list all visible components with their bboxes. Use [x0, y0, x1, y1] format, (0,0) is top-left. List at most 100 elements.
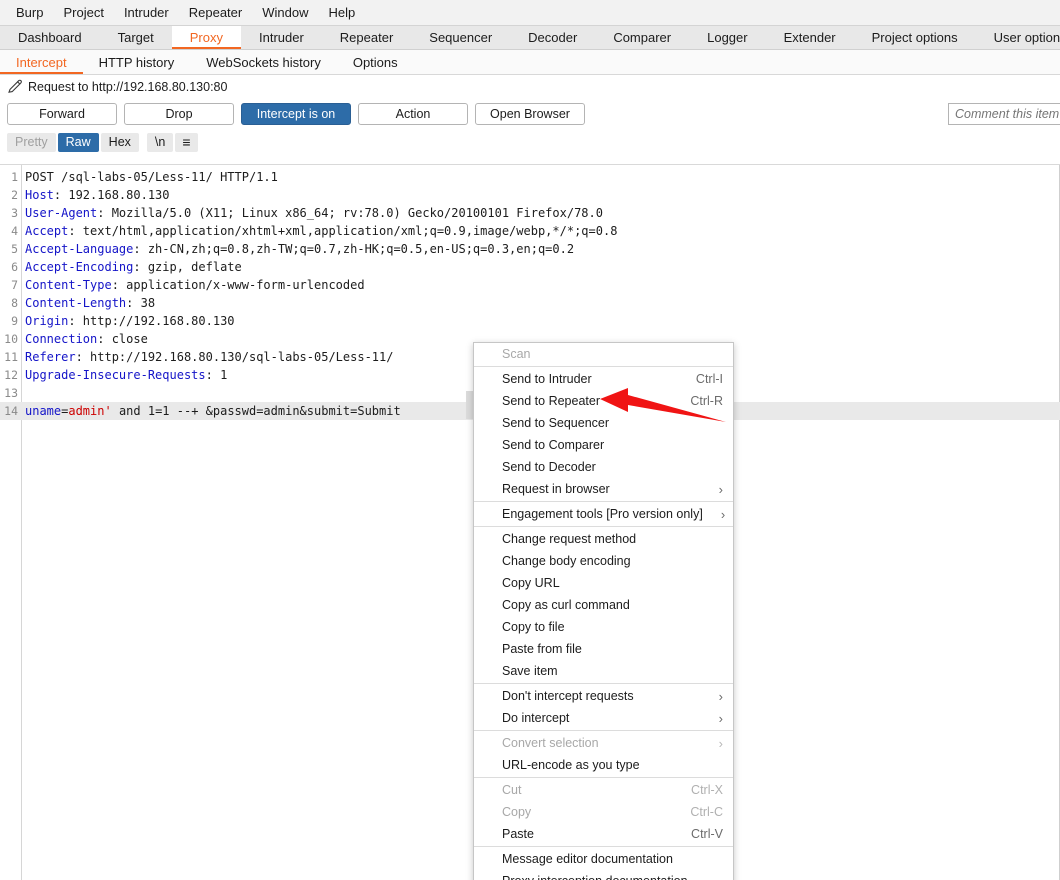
code-segment: : Mozilla/5.0 (X11; Linux x86_64; rv:78.… [97, 206, 603, 220]
action-button[interactable]: Action [358, 103, 468, 125]
line-number: 13 [4, 386, 18, 400]
menubar-item-intruder[interactable]: Intruder [114, 2, 179, 23]
hamburger-menu-icon[interactable]: ≡ [175, 132, 198, 152]
code-segment: Accept-Language [25, 242, 134, 256]
code-line: 8 Content-Length: 38 [0, 294, 1060, 312]
main-tab-decoder[interactable]: Decoder [510, 26, 595, 49]
main-tab-sequencer[interactable]: Sequencer [411, 26, 510, 49]
context-menu-item-copy: Copy Ctrl-C [474, 801, 733, 823]
code-segment: : gzip, deflate [133, 260, 242, 274]
context-menu-item-engagement-tools-pro-version-only[interactable]: Engagement tools [Pro version only] › [474, 503, 733, 525]
menubar-item-repeater[interactable]: Repeater [179, 2, 252, 23]
context-menu-item-copy-url[interactable]: Copy URL [474, 572, 733, 594]
code-segment: Connection [25, 332, 98, 346]
code-line: 5 Accept-Language: zh-CN,zh;q=0.8,zh-TW;q… [0, 240, 1060, 258]
main-tab-user-options[interactable]: User options [976, 26, 1060, 49]
drop-button[interactable]: Drop [124, 103, 234, 125]
main-tab-extender[interactable]: Extender [766, 26, 854, 49]
context-menu-item-save-item[interactable]: Save item [474, 660, 733, 682]
main-tab-logger[interactable]: Logger [689, 26, 765, 49]
menu-item-label: Engagement tools [Pro version only] [502, 507, 703, 521]
proxy-sub-tab-options[interactable]: Options [337, 50, 414, 74]
context-menu-item-send-to-sequencer[interactable]: Send to Sequencer [474, 412, 733, 434]
forward-button[interactable]: Forward [7, 103, 117, 125]
menu-separator [474, 730, 733, 731]
code-segment: : http://192.168.80.130 [68, 314, 235, 328]
context-menu-item-cut: Cut Ctrl-X [474, 779, 733, 801]
context-menu-item-message-editor-documentation[interactable]: Message editor documentation [474, 848, 733, 870]
menu-item-label: Change request method [502, 532, 637, 546]
code-line: 7 Content-Type: application/x-www-form-ur… [0, 276, 1060, 294]
menu-item-shortcut: Ctrl-X [691, 783, 723, 797]
menubar-item-help[interactable]: Help [318, 2, 365, 23]
main-tab-intruder[interactable]: Intruder [241, 26, 322, 49]
context-menu-item-proxy-interception-documentation[interactable]: Proxy interception documentation [474, 870, 733, 880]
code-segment: : 192.168.80.130 [53, 188, 170, 202]
code-segment: : 38 [126, 296, 156, 310]
main-tab-project-options[interactable]: Project options [854, 26, 976, 49]
code-line: 1 POST /sql-labs-05/Less-11/ HTTP/1.1 [0, 168, 1060, 186]
main-tab-target[interactable]: Target [100, 26, 172, 49]
context-menu-item-copy-to-file[interactable]: Copy to file [474, 616, 733, 638]
proxy-sub-tab-intercept[interactable]: Intercept [0, 50, 83, 74]
menu-item-label: Change body encoding [502, 554, 631, 568]
code-line: 9 Origin: http://192.168.80.130 [0, 312, 1060, 330]
main-tab-dashboard[interactable]: Dashboard [0, 26, 100, 49]
code-segment: Content-Length [25, 296, 127, 310]
line-number: 5 [11, 242, 18, 256]
code-segment: Origin [25, 314, 69, 328]
menu-item-label: Request in browser [502, 482, 610, 496]
line-number: 2 [11, 188, 18, 202]
context-menu-item-do-intercept[interactable]: Do intercept › [474, 707, 733, 729]
menu-item-label: Don't intercept requests [502, 689, 634, 703]
line-number: 7 [11, 278, 18, 292]
intercept-is-on-button[interactable]: Intercept is on [241, 103, 351, 125]
menubar-item-project[interactable]: Project [53, 2, 113, 23]
chevron-right-icon: › [718, 688, 723, 704]
pretty-button[interactable]: Pretty [7, 132, 56, 152]
hex-button[interactable]: Hex [100, 132, 139, 152]
line-number: 11 [4, 350, 18, 364]
menu-item-label: Send to Intruder [502, 372, 592, 386]
pencil-icon [6, 79, 24, 95]
request-title-text: Request to http://192.168.80.130:80 [28, 80, 228, 94]
code-segment: User-Agent [25, 206, 98, 220]
code-segment: Upgrade-Insecure-Requests [25, 368, 206, 382]
context-menu-item-change-request-method[interactable]: Change request method [474, 528, 733, 550]
main-tab-repeater[interactable]: Repeater [322, 26, 411, 49]
menubar-item-window[interactable]: Window [252, 2, 318, 23]
line-number: 8 [11, 296, 18, 310]
code-segment: Accept [25, 224, 69, 238]
context-menu-item-copy-as-curl-command[interactable]: Copy as curl command [474, 594, 733, 616]
main-tab-proxy[interactable]: Proxy [171, 26, 242, 49]
menu-item-label: Do intercept [502, 711, 570, 725]
code-line: 4 Accept: text/html,application/xhtml+xml… [0, 222, 1060, 240]
context-menu-item-send-to-repeater[interactable]: Send to Repeater Ctrl-R [474, 390, 733, 412]
context-menu-item-paste-from-file[interactable]: Paste from file [474, 638, 733, 660]
menubar-item-burp[interactable]: Burp [6, 2, 53, 23]
line-number: 14 [4, 404, 18, 418]
line-number: 12 [4, 368, 18, 382]
context-menu-item-url-encode-as-you-type[interactable]: URL-encode as you type [474, 754, 733, 776]
menu-item-label: Send to Repeater [502, 394, 600, 408]
menu-item-label: URL-encode as you type [502, 758, 640, 772]
menu-bar: Burp Project Intruder Repeater Window Help [0, 0, 1060, 26]
main-tab-comparer[interactable]: Comparer [595, 26, 689, 49]
proxy-sub-tab-http-history[interactable]: HTTP history [83, 50, 191, 74]
context-menu-item-don-t-intercept-requests[interactable]: Don't intercept requests › [474, 685, 733, 707]
open-browser-button[interactable]: Open Browser [475, 103, 585, 125]
menu-item-label: Send to Comparer [502, 438, 605, 452]
context-menu-item-send-to-decoder[interactable]: Send to Decoder [474, 456, 733, 478]
newline-toggle-button[interactable]: \n [146, 132, 174, 152]
context-menu-item-request-in-browser[interactable]: Request in browser › [474, 478, 733, 500]
context-menu-item-change-body-encoding[interactable]: Change body encoding [474, 550, 733, 572]
code-segment: : zh-CN,zh;q=0.8,zh-TW;q=0.7,zh-HK;q=0.5… [133, 242, 575, 256]
context-menu-item-send-to-intruder[interactable]: Send to Intruder Ctrl-I [474, 368, 733, 390]
menu-item-label: Save item [502, 664, 558, 678]
context-menu-item-send-to-comparer[interactable]: Send to Comparer [474, 434, 733, 456]
raw-button[interactable]: Raw [57, 132, 99, 152]
comment-input[interactable] [948, 103, 1060, 125]
proxy-sub-tab-websockets-history[interactable]: WebSockets history [190, 50, 337, 74]
context-menu-item-paste[interactable]: Paste Ctrl-V [474, 823, 733, 845]
line-number: 6 [11, 260, 18, 274]
